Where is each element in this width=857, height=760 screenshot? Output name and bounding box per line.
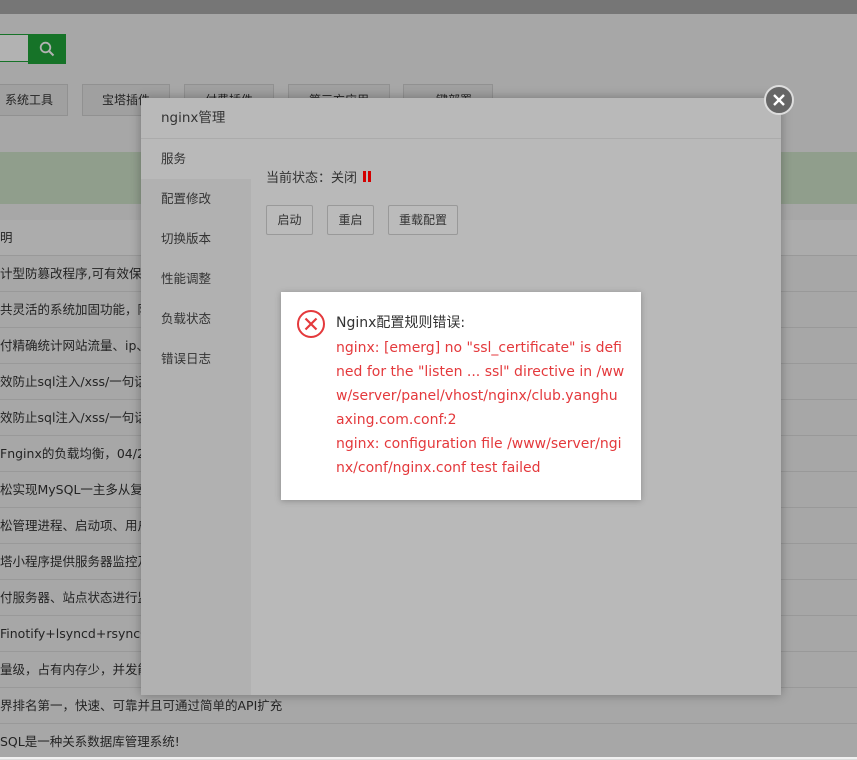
alert-line: nginx: configuration file /www/server/ng… [336, 436, 622, 476]
alert-message: nginx: [emerg] no "ssl_certificate" is d… [336, 336, 626, 480]
sidebar-item-performance[interactable]: 性能调整 [141, 259, 251, 299]
sidebar-item-switch-version[interactable]: 切换版本 [141, 219, 251, 259]
modal-title: nginx管理 [141, 98, 781, 139]
error-icon [297, 310, 325, 338]
sidebar-item-service[interactable]: 服务 [141, 139, 251, 179]
stopped-icon [363, 171, 372, 182]
status-label: 当前状态： [266, 171, 332, 186]
restart-button[interactable]: 重启 [327, 205, 374, 235]
sidebar-item-config-edit[interactable]: 配置修改 [141, 179, 251, 219]
sidebar-item-load-status[interactable]: 负载状态 [141, 299, 251, 339]
modal-close-button[interactable] [764, 85, 794, 115]
service-status: 当前状态： 关闭 [266, 167, 372, 186]
error-alert: Nginx配置规则错误: nginx: [emerg] no "ssl_cert… [281, 292, 641, 500]
close-icon [773, 94, 785, 106]
reload-config-button[interactable]: 重载配置 [388, 205, 458, 235]
alert-line: nginx: [emerg] no "ssl_certificate" is d… [336, 340, 625, 428]
sidebar-item-error-log[interactable]: 错误日志 [141, 339, 251, 379]
modal-sidebar: 服务 配置修改 切换版本 性能调整 负载状态 错误日志 [141, 139, 251, 695]
start-button[interactable]: 启动 [266, 205, 313, 235]
alert-title: Nginx配置规则错误: [336, 315, 466, 331]
status-value: 关闭 [331, 171, 358, 186]
